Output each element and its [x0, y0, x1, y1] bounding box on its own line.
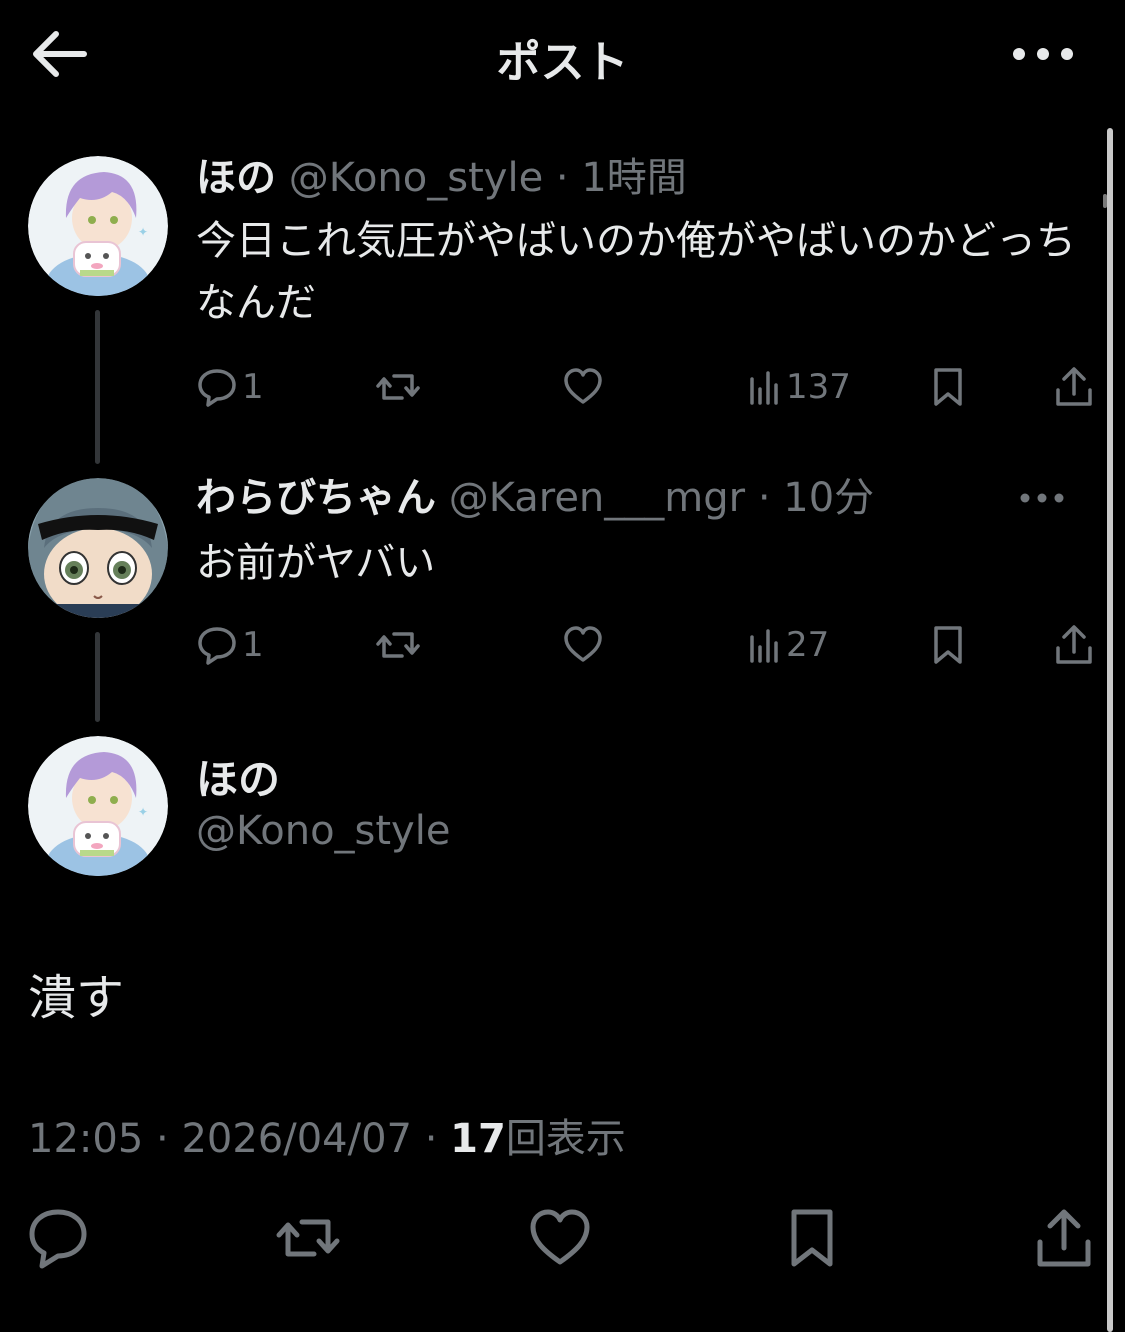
share-icon	[1037, 1209, 1091, 1267]
main-author-name[interactable]: ほの	[196, 746, 280, 807]
retweet-icon	[276, 1219, 340, 1257]
thread-line	[95, 310, 100, 464]
action-bar: 1 137	[196, 362, 1096, 412]
bookmark-button[interactable]	[780, 1206, 844, 1270]
views-count: 27	[786, 625, 830, 665]
post-date[interactable]: 2026/04/07	[181, 1116, 412, 1162]
post-time[interactable]: 10分	[783, 475, 874, 521]
post-time[interactable]: 1時間	[581, 155, 686, 201]
like-button[interactable]	[528, 1206, 592, 1270]
post-meta: 12:05 · 2026/04/07 · 17回表示	[28, 1106, 626, 1164]
bookmark-icon	[791, 1209, 833, 1267]
like-button[interactable]	[562, 362, 604, 412]
avatar-hono[interactable]: ✦	[28, 156, 168, 296]
separator-dot: ·	[757, 475, 771, 521]
reply-button[interactable]: 1	[196, 362, 264, 412]
views-count: 17	[450, 1116, 506, 1162]
like-button[interactable]	[562, 620, 604, 670]
tweet-header: ほの @Kono_style · 1時間	[196, 150, 687, 206]
separator-dot: ·	[156, 1116, 169, 1162]
views-icon	[750, 629, 778, 663]
share-icon	[1056, 625, 1092, 664]
page-title: ポスト	[496, 37, 629, 88]
author-handle[interactable]: @Kono_style	[289, 155, 543, 201]
share-icon	[1056, 367, 1092, 406]
share-button[interactable]	[1054, 362, 1094, 412]
scrollbar[interactable]	[1107, 128, 1113, 1332]
tweet-text: 今日これ気圧がやばいのか俺がやばいのかどっちなんだ	[196, 218, 1076, 326]
main-action-bar	[0, 1200, 1125, 1280]
share-button[interactable]	[1054, 620, 1094, 670]
reply-count: 1	[242, 367, 264, 407]
retweet-button[interactable]	[376, 362, 420, 412]
svg-text:✦: ✦	[138, 805, 148, 819]
retweet-button[interactable]	[276, 1206, 340, 1270]
scroll-marker	[1103, 194, 1107, 208]
separator-dot: ·	[555, 155, 569, 201]
purple-hair-character-avatar: ✦	[28, 156, 168, 296]
tweet-header: わらびちゃん @Karen___mgr · 10分	[196, 470, 874, 526]
reply-icon	[29, 1209, 87, 1269]
more-icon[interactable]	[1011, 36, 1075, 72]
views-label: 回表示	[505, 1116, 626, 1162]
retweet-button[interactable]	[376, 620, 420, 670]
retweet-icon	[376, 632, 420, 658]
action-bar: 1 27	[196, 620, 1096, 670]
views-count: 137	[786, 367, 851, 407]
thread-line	[95, 632, 100, 722]
views-icon	[750, 371, 778, 405]
main-tweet-text: 潰す	[28, 970, 125, 1026]
tweet-more-icon[interactable]	[1019, 486, 1065, 510]
separator-dot: ·	[424, 1116, 438, 1162]
avatar-hono-main[interactable]: ✦	[28, 736, 168, 876]
author-handle[interactable]: @Karen___mgr	[449, 475, 745, 521]
sunglasses-plush-avatar	[28, 478, 168, 618]
views-button[interactable]: 27	[748, 620, 829, 670]
share-button[interactable]	[1032, 1206, 1096, 1270]
like-icon	[564, 626, 602, 662]
purple-hair-character-avatar: ✦	[28, 736, 168, 876]
retweet-icon	[376, 374, 420, 400]
reply-icon	[198, 369, 236, 407]
post-time[interactable]: 12:05	[28, 1116, 143, 1162]
author-name[interactable]: わらびちゃん	[196, 475, 436, 521]
reply-button[interactable]	[26, 1206, 90, 1270]
reply-count: 1	[242, 625, 264, 665]
svg-text:✦: ✦	[138, 225, 148, 239]
like-icon	[564, 368, 602, 404]
like-icon	[530, 1209, 590, 1265]
reply-icon	[198, 627, 236, 665]
views-button[interactable]: 137	[748, 362, 851, 412]
main-author-handle[interactable]: @Kono_style	[196, 808, 450, 854]
tweet-text: お前がヤバい	[196, 540, 436, 586]
bookmark-icon	[934, 626, 962, 664]
avatar-warabichan[interactable]	[28, 478, 168, 618]
author-name[interactable]: ほの	[196, 155, 276, 201]
bookmark-button[interactable]	[930, 362, 966, 412]
top-bar: ポスト	[0, 0, 1125, 110]
bookmark-icon	[934, 368, 962, 406]
reply-button[interactable]: 1	[196, 620, 264, 670]
bookmark-button[interactable]	[930, 620, 966, 670]
